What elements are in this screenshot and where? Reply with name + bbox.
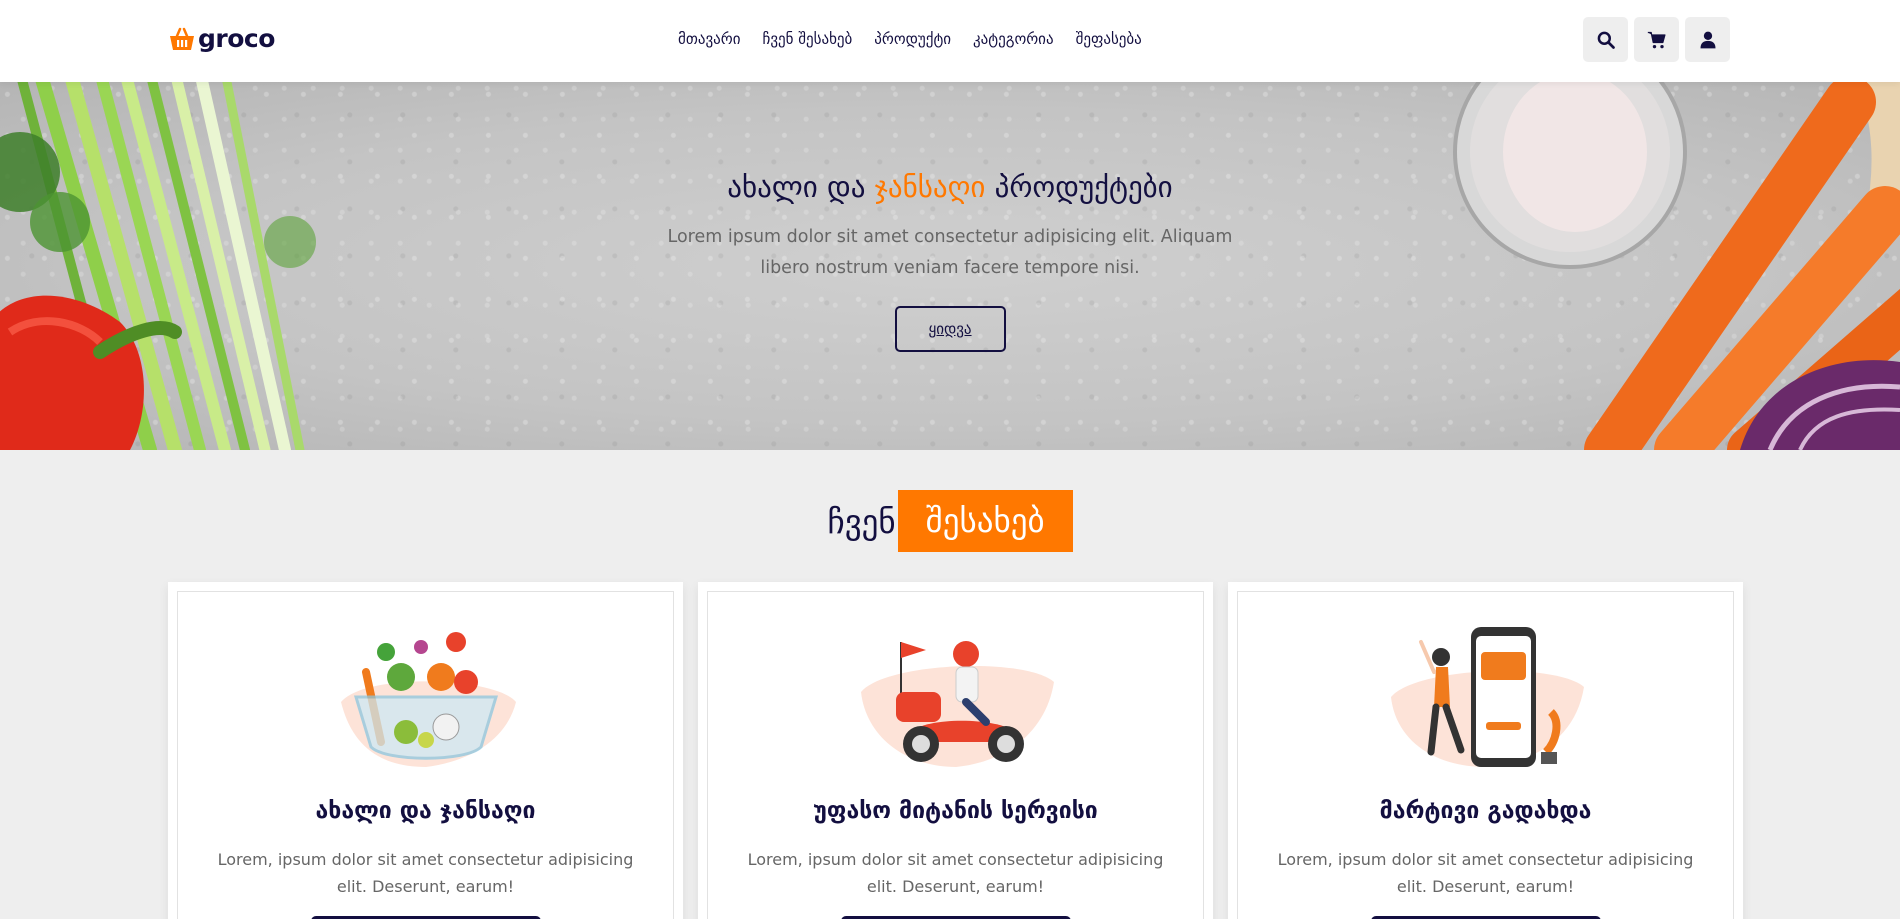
nav-item-about[interactable]: ჩვენ შესახებ (762, 30, 852, 48)
delivery-scooter-illustration (860, 641, 1054, 767)
mobile-payment-illustration (1390, 627, 1584, 767)
hero-description: Lorem ipsum dolor sit amet consectetur a… (667, 227, 1233, 278)
card-text: Lorem, ipsum dolor sit amet consectetur … (1277, 850, 1694, 896)
nav-item-categories[interactable]: კატეგორია (973, 30, 1054, 48)
card-text: Lorem, ipsum dolor sit amet consectetur … (217, 850, 634, 896)
vegetable-bowl-illustration (340, 632, 516, 767)
hero-title-accent: ჯანსაღი (874, 170, 986, 204)
user-icon (1700, 31, 1715, 48)
heading-plain: ჩვენ (827, 501, 896, 541)
nav-item-reviews[interactable]: შეფასება (1076, 30, 1142, 48)
vegetables-left-image (0, 82, 316, 450)
card-title: მარტივი გადახდა (1379, 798, 1592, 824)
section-heading-about: ჩვენ შესახებ (0, 490, 1900, 552)
hero-banner: ახალი და ჯანსაღი პროდუქტები Lorem ipsum … (0, 82, 1900, 450)
vegetables-right-image (1453, 82, 1900, 450)
hero-title-part2: პროდუქტები (985, 170, 1173, 204)
card-title: უფასო მიტანის სერვისი (813, 798, 1098, 824)
main-nav: მთავარი ჩვენ შესახებ პროდუქტი კატეგორია … (678, 30, 1164, 48)
user-button[interactable] (1685, 17, 1730, 62)
hero-title-part1: ახალი და (727, 170, 875, 204)
feature-card: ახალი და ჯანსაღი Lorem, ipsum dolor sit … (168, 582, 683, 919)
nav-item-home[interactable]: მთავარი (678, 30, 740, 48)
feature-card: უფასო მიტანის სერვისი Lorem, ipsum dolor… (698, 582, 1213, 919)
card-text: Lorem, ipsum dolor sit amet consectetur … (747, 850, 1164, 896)
cart-button[interactable] (1634, 17, 1679, 62)
logo-text: groco (198, 24, 275, 53)
basket-icon (170, 27, 194, 50)
hero-content: ახალი და ჯანსაღი პროდუქტები Lorem ipsum … (600, 170, 1300, 352)
card-title: ახალი და ჯანსაღი (315, 798, 536, 824)
nav-item-products[interactable]: პროდუქტი (874, 30, 951, 48)
hero-title: ახალი და ჯანსაღი პროდუქტები (600, 170, 1300, 204)
header: groco მთავარი ჩვენ შესახებ პროდუქტი კატე… (0, 0, 1900, 82)
logo[interactable]: groco (168, 24, 275, 53)
buy-button[interactable]: ყიდვა (894, 306, 1006, 352)
heading-highlight: შესახებ (897, 490, 1073, 552)
feature-cards: ახალი და ჯანსაღი Lorem, ipsum dolor sit … (168, 582, 1743, 919)
cart-icon (1647, 31, 1666, 48)
search-button[interactable] (1583, 17, 1628, 62)
feature-card: მარტივი გადახდა Lorem, ipsum dolor sit a… (1228, 582, 1743, 919)
header-icons (1583, 17, 1730, 62)
search-icon (1597, 31, 1615, 49)
